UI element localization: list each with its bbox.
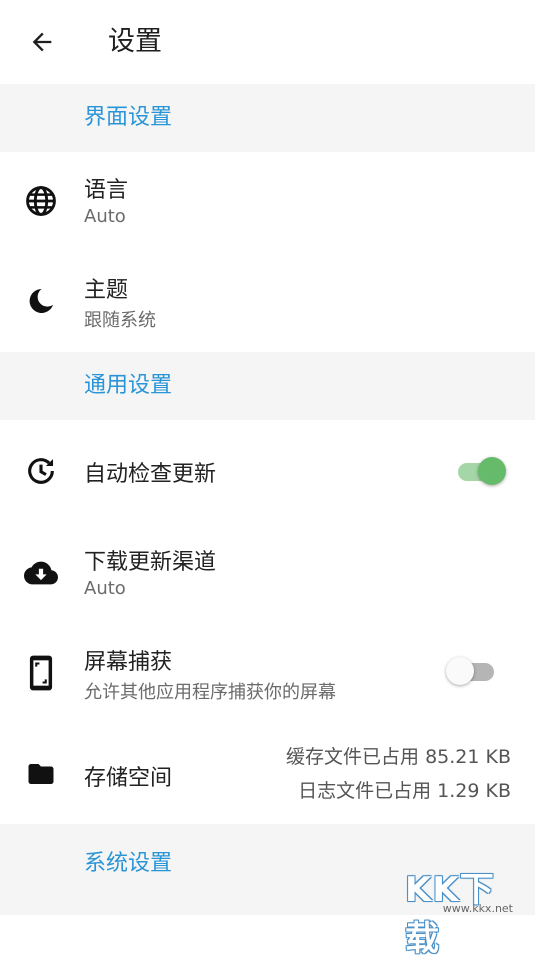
app-bar: 设置 <box>0 0 535 84</box>
setting-subtitle: Auto <box>84 206 126 227</box>
setting-language[interactable]: 语言 Auto <box>0 152 535 252</box>
page-title: 设置 <box>108 26 162 57</box>
phone-screenshot-icon <box>22 654 60 692</box>
section-label: 界面设置 <box>84 105 173 130</box>
moon-icon <box>22 282 60 320</box>
setting-title: 屏幕捕获 <box>84 650 173 675</box>
back-button[interactable] <box>22 22 62 62</box>
setting-update-channel[interactable]: 下载更新渠道 Auto <box>0 524 535 624</box>
setting-title: 存储空间 <box>84 766 173 791</box>
setting-screen-capture[interactable]: 屏幕捕获 允许其他应用程序捕获你的屏幕 <box>0 624 535 724</box>
section-header-interface: 界面设置 <box>0 84 535 152</box>
setting-title: 主题 <box>84 278 129 303</box>
update-clock-icon <box>22 452 60 490</box>
toggle-thumb <box>446 657 474 685</box>
setting-theme[interactable]: 主题 跟随系统 <box>0 252 535 352</box>
cloud-download-icon <box>22 554 60 592</box>
cache-usage-text: 缓存文件已占用 85.21 KB <box>286 746 511 768</box>
auto-update-toggle[interactable] <box>458 457 506 485</box>
arrow-left-icon <box>32 32 52 52</box>
section-header-general: 通用设置 <box>0 352 535 420</box>
setting-title: 下载更新渠道 <box>84 550 217 575</box>
toggle-thumb <box>478 457 506 485</box>
section-label: 通用设置 <box>84 373 173 398</box>
log-usage-text: 日志文件已占用 1.29 KB <box>298 780 511 802</box>
setting-storage[interactable]: 存储空间 缓存文件已占用 85.21 KB 日志文件已占用 1.29 KB <box>0 724 535 824</box>
setting-subtitle: 允许其他应用程序捕获你的屏幕 <box>84 682 336 703</box>
watermark: KK下载 www.kkx.net <box>405 862 535 959</box>
watermark-url: www.kkx.net <box>442 902 513 915</box>
setting-subtitle: Auto <box>84 578 126 599</box>
storage-info: 缓存文件已占用 85.21 KB 日志文件已占用 1.29 KB <box>286 740 511 808</box>
setting-title: 自动检查更新 <box>84 462 217 487</box>
section-label: 系统设置 <box>84 851 173 876</box>
setting-subtitle: 跟随系统 <box>84 310 156 331</box>
globe-icon <box>22 182 60 220</box>
folder-icon <box>22 755 60 793</box>
screen-capture-toggle[interactable] <box>446 657 494 685</box>
setting-title: 语言 <box>84 178 129 203</box>
setting-auto-update[interactable]: 自动检查更新 <box>0 420 535 524</box>
